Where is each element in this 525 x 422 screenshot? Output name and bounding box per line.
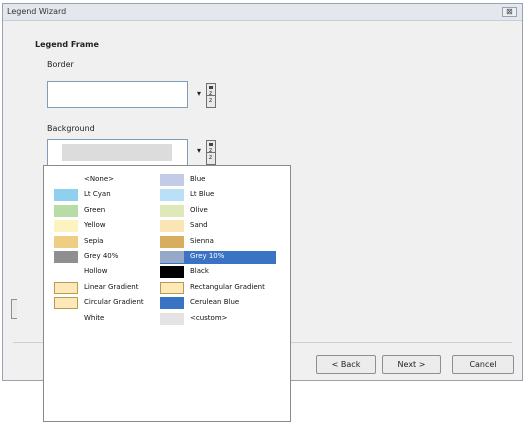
palette-item[interactable]: Grey 10%: [160, 251, 276, 264]
color-swatch: [54, 313, 78, 325]
palette-item-label: Sienna: [190, 237, 214, 245]
cancel-button[interactable]: Cancel: [452, 355, 514, 374]
color-swatch: [54, 220, 78, 232]
palette-item-label: Blue: [190, 175, 206, 183]
color-swatch: [160, 313, 184, 325]
color-swatch: [160, 205, 184, 217]
background-symbol-field[interactable]: [47, 139, 188, 166]
window-title: Legend Wizard: [7, 7, 67, 16]
palette-item-label: Lt Blue: [190, 190, 215, 198]
palette-item-label: Sand: [190, 221, 208, 229]
palette-item-label: <custom>: [190, 314, 228, 322]
color-swatch: [54, 251, 78, 263]
palette-item-label: Yellow: [84, 221, 106, 229]
legend-frame-heading: Legend Frame: [35, 40, 99, 49]
palette-item-label: <None>: [84, 175, 114, 183]
style-glyph-icon: z: [209, 154, 213, 161]
palette-item-label: Grey 10%: [190, 252, 225, 260]
color-swatch: [160, 174, 184, 186]
palette-item[interactable]: Black: [160, 266, 276, 279]
partially-hidden-button[interactable]: [11, 299, 17, 319]
palette-item[interactable]: White: [54, 313, 170, 326]
background-dropdown-button[interactable]: ▾: [194, 144, 204, 157]
palette-item-label: Grey 40%: [84, 252, 119, 260]
color-swatch: [54, 266, 78, 278]
palette-item[interactable]: Sepia: [54, 236, 170, 249]
border-symbol-field[interactable]: [47, 81, 188, 108]
palette-item-label: Circular Gradient: [84, 298, 144, 306]
chevron-down-icon: ▾: [196, 89, 201, 98]
palette-item-label: Black: [190, 267, 209, 275]
color-swatch: [54, 297, 78, 309]
palette-item[interactable]: Green: [54, 205, 170, 218]
background-style-button-lower[interactable]: z: [206, 152, 216, 165]
palette-item[interactable]: Olive: [160, 205, 276, 218]
palette-item-label: White: [84, 314, 105, 322]
color-palette-dropdown: <None> Blue Lt Cyan Lt Blue Green Olive Yellow…: [43, 165, 291, 422]
background-label: Background: [47, 124, 95, 133]
palette-item[interactable]: <custom>: [160, 313, 276, 326]
color-swatch: [160, 189, 184, 201]
chevron-down-icon: ▾: [196, 146, 201, 155]
palette-item[interactable]: <None>: [54, 174, 170, 187]
color-swatch: [160, 236, 184, 248]
color-swatch: [54, 205, 78, 217]
palette-item[interactable]: Cerulean Blue: [160, 297, 276, 310]
style-bar-icon: [209, 143, 213, 146]
palette-item[interactable]: Sand: [160, 220, 276, 233]
title-bar: Legend Wizard ⊠: [3, 4, 522, 21]
color-swatch: [54, 189, 78, 201]
background-swatch: [62, 144, 172, 161]
close-button[interactable]: ⊠: [502, 7, 517, 17]
color-swatch: [160, 282, 184, 294]
color-swatch: [54, 236, 78, 248]
palette-item[interactable]: Lt Blue: [160, 189, 276, 202]
color-swatch: [160, 251, 184, 263]
palette-item-label: Sepia: [84, 237, 104, 245]
color-swatch: [160, 220, 184, 232]
color-swatch: [54, 282, 78, 294]
palette-item[interactable]: Lt Cyan: [54, 189, 170, 202]
color-swatch: [160, 297, 184, 309]
palette-item-label: Hollow: [84, 267, 108, 275]
palette-item[interactable]: Blue: [160, 174, 276, 187]
color-swatch: [54, 174, 78, 186]
palette-item[interactable]: Rectangular Gradient: [160, 282, 276, 295]
style-glyph-icon: z: [209, 97, 213, 104]
palette-item-label: Cerulean Blue: [190, 298, 240, 306]
palette-item[interactable]: Yellow: [54, 220, 170, 233]
palette-item-label: Lt Cyan: [84, 190, 111, 198]
color-swatch: [160, 266, 184, 278]
palette-item-label: Green: [84, 206, 106, 214]
border-label: Border: [47, 60, 74, 69]
palette-item[interactable]: Hollow: [54, 266, 170, 279]
palette-item[interactable]: Sienna: [160, 236, 276, 249]
back-button[interactable]: < Back: [316, 355, 376, 374]
palette-item-label: Linear Gradient: [84, 283, 139, 291]
palette-item[interactable]: Grey 40%: [54, 251, 170, 264]
next-button[interactable]: Next >: [382, 355, 441, 374]
palette-item[interactable]: Circular Gradient: [54, 297, 170, 310]
palette-item[interactable]: Linear Gradient: [54, 282, 170, 295]
style-bar-icon: [209, 86, 213, 89]
palette-item-label: Olive: [190, 206, 208, 214]
border-style-button-lower[interactable]: z: [206, 95, 216, 108]
close-icon: ⊠: [506, 7, 513, 16]
palette-item-label: Rectangular Gradient: [190, 283, 265, 291]
border-dropdown-button[interactable]: ▾: [194, 87, 204, 100]
